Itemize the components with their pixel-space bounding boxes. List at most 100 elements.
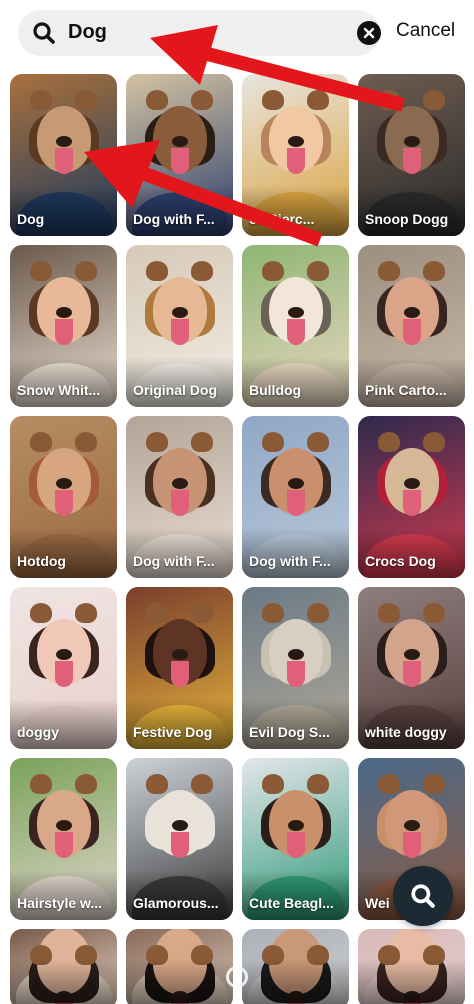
dog-ear-left [378,774,400,794]
dog-nose [55,307,72,318]
dog-tongue [286,661,305,687]
dog-ear-right [423,90,445,110]
dog-tongue [54,319,73,345]
lens-tile[interactable]: doggy [10,587,117,749]
lens-name: Bulldog [249,382,302,398]
dog-ear-right [307,90,329,110]
dog-ear-right [75,432,97,452]
lens-tile[interactable]: Dog [10,74,117,236]
dog-ear-left [262,90,284,110]
dog-tongue [170,148,189,174]
lens-name: Dog with F... [133,211,215,227]
lens-name: Dog [17,211,45,227]
lens-name: Festive Dog [133,724,213,740]
dog-ear-left [146,603,168,623]
lens-name: doggy [17,724,59,740]
label-shade [10,959,117,1004]
dog-ear-right [307,432,329,452]
lens-name: Glamorous... [133,895,219,911]
lens-tile[interactable] [242,929,349,1004]
dog-nose [171,649,188,660]
dog-tongue [54,490,73,516]
search-icon [411,884,435,908]
dog-ear-right [75,261,97,281]
dog-ear-left [146,90,168,110]
dog-ear-right [191,432,213,452]
lens-tile[interactable] [10,929,117,1004]
lens-name: Snow Whit... [17,382,101,398]
lens-name: Evil Dog S... [249,724,330,740]
dog-ear-right [307,603,329,623]
dog-tongue [286,148,305,174]
dog-nose [287,136,304,147]
lens-tile[interactable]: Festive Dog [126,587,233,749]
dog-ear-left [30,603,52,623]
lens-name: ck Pierc... [249,211,315,227]
dog-ear-right [191,603,213,623]
dog-ear-right [423,603,445,623]
lens-tile[interactable]: Crocs Dog [358,416,465,578]
lens-grid: Dog Dog with F... ck Pierc... Snoop Dogg Sno… [0,0,474,1004]
lens-name: Cute Beagl... [249,895,334,911]
dog-tongue [170,490,189,516]
lens-name: Dog with F... [249,553,331,569]
dog-tongue [402,661,421,687]
dog-nose [171,820,188,831]
dog-nose [403,478,420,489]
dog-ear-right [75,774,97,794]
lens-tile[interactable]: Dog with F... [126,74,233,236]
dog-ear-right [191,774,213,794]
lens-name: Hairstyle w... [17,895,103,911]
dog-tongue [170,319,189,345]
dog-ear-left [30,90,52,110]
lens-tile[interactable]: Snow Whit... [10,245,117,407]
lens-tile[interactable]: Hairstyle w... [10,758,117,920]
dog-ear-right [191,261,213,281]
lens-tile[interactable]: Glamorous... [126,758,233,920]
dog-nose [55,820,72,831]
lens-tile[interactable] [358,929,465,1004]
dog-tongue [54,832,73,858]
lens-tile[interactable]: Pink Carto... [358,245,465,407]
dog-ear-left [378,261,400,281]
dog-ear-left [262,774,284,794]
dog-nose [403,307,420,318]
dog-ear-left [378,432,400,452]
dog-nose [171,136,188,147]
label-shade [126,959,233,1004]
dog-nose [403,136,420,147]
dog-tongue [402,832,421,858]
dog-ear-right [423,261,445,281]
dog-ear-right [423,774,445,794]
lens-tile[interactable]: Dog with F... [126,416,233,578]
lens-tile[interactable]: Cute Beagl... [242,758,349,920]
dog-ear-right [307,261,329,281]
lens-tile[interactable]: ck Pierc... [242,74,349,236]
lens-tile[interactable]: Snoop Dogg [358,74,465,236]
lens-name: Pink Carto... [365,382,447,398]
lens-tile[interactable]: white doggy [358,587,465,749]
dog-tongue [402,319,421,345]
dog-nose [403,820,420,831]
lens-name: Dog with F... [133,553,215,569]
lens-tile[interactable]: Evil Dog S... [242,587,349,749]
lens-tile[interactable]: Original Dog [126,245,233,407]
dog-tongue [402,490,421,516]
dog-ear-left [262,261,284,281]
lens-tile[interactable] [126,929,233,1004]
dog-nose [55,136,72,147]
dog-ear-left [146,261,168,281]
lens-name: Crocs Dog [365,553,436,569]
dog-ear-right [75,90,97,110]
dog-ear-left [146,774,168,794]
lens-tile[interactable]: Dog with F... [242,416,349,578]
dog-tongue [170,832,189,858]
camera-shutter-indicator[interactable] [226,966,248,988]
search-fab-button[interactable] [393,866,453,926]
dog-tongue [402,148,421,174]
dog-ear-right [191,90,213,110]
dog-ear-left [262,432,284,452]
lens-tile[interactable]: Bulldog [242,245,349,407]
dog-tongue [54,661,73,687]
lens-tile[interactable]: Hotdog [10,416,117,578]
